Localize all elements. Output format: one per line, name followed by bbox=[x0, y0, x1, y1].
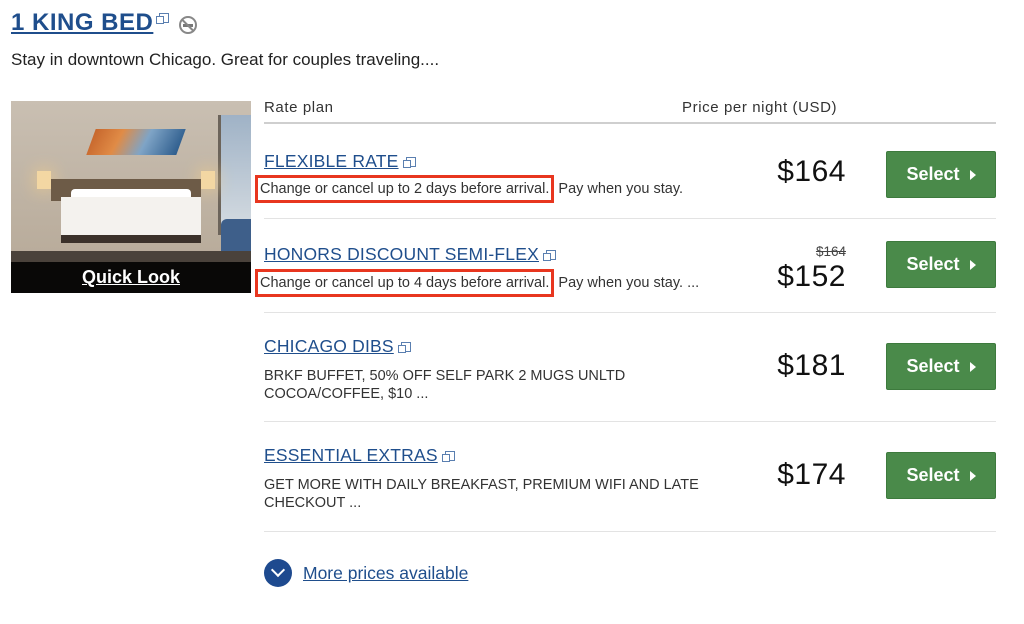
select-button-label: Select bbox=[906, 465, 960, 485]
external-link-icon[interactable] bbox=[156, 13, 170, 24]
rate-name-link[interactable]: CHICAGO DIBS bbox=[264, 336, 411, 357]
rate-plan-header: Rate plan bbox=[264, 99, 334, 116]
photo-lamp-left bbox=[37, 171, 51, 189]
more-prices-link[interactable]: More prices available bbox=[303, 563, 468, 584]
rate-description-line: COCOA/COFFEE, $10 ... bbox=[264, 386, 429, 402]
select-button[interactable]: Select bbox=[886, 151, 996, 198]
rate-name-text[interactable]: CHICAGO DIBS bbox=[264, 336, 394, 357]
room-title[interactable]: 1 KING BED bbox=[11, 9, 153, 37]
external-link-icon[interactable] bbox=[543, 249, 556, 261]
rate-name-link[interactable]: FLEXIBLE RATE bbox=[264, 151, 416, 172]
room-title-row: 1 KING BED bbox=[11, 9, 198, 37]
room-description: Stay in downtown Chicago. Great for coup… bbox=[11, 50, 440, 69]
rate-row-honors-semi-flex: HONORS DISCOUNT SEMI-FLEX Change or canc… bbox=[255, 219, 996, 313]
original-price: $164 bbox=[815, 244, 846, 259]
rate-description-line: BRKF BUFFET, 50% OFF SELF PARK 2 MUGS UN… bbox=[264, 368, 626, 384]
rate-description-line: CHECKOUT ... bbox=[264, 495, 362, 511]
select-button[interactable]: Select bbox=[886, 343, 996, 390]
room-photo[interactable]: Quick Look bbox=[11, 101, 251, 293]
select-button[interactable]: Select bbox=[886, 241, 996, 288]
select-button-label: Select bbox=[906, 254, 960, 274]
rate-name-text[interactable]: ESSENTIAL EXTRAS bbox=[264, 445, 438, 466]
rate-price: $164 bbox=[777, 155, 846, 188]
photo-wall-art bbox=[86, 129, 186, 155]
rate-description-rest: Pay when you stay. ... bbox=[554, 275, 700, 291]
rate-price: $181 bbox=[777, 349, 846, 382]
more-prices-toggle[interactable]: More prices available bbox=[264, 559, 468, 587]
rate-description: GET MORE WITH DAILY BREAKFAST, PREMIUM W… bbox=[264, 476, 699, 512]
rates-header: Rate plan Price per night (USD) bbox=[264, 96, 996, 124]
rate-name-link[interactable]: HONORS DISCOUNT SEMI-FLEX bbox=[264, 244, 556, 265]
rate-row-chicago-dibs: CHICAGO DIBS BRKF BUFFET, 50% OFF SELF P… bbox=[264, 313, 996, 422]
rate-description: Change or cancel up to 4 days before arr… bbox=[255, 269, 700, 297]
caret-right-icon bbox=[969, 361, 976, 372]
rate-name-text[interactable]: FLEXIBLE RATE bbox=[264, 151, 399, 172]
cancellation-highlight: Change or cancel up to 4 days before arr… bbox=[255, 269, 555, 297]
caret-right-icon bbox=[969, 470, 976, 481]
rate-description-rest: Pay when you stay. bbox=[554, 181, 684, 197]
select-button-label: Select bbox=[906, 164, 960, 184]
photo-lamp-right bbox=[201, 171, 215, 189]
price-header: Price per night (USD) bbox=[682, 99, 838, 116]
external-link-icon[interactable] bbox=[402, 156, 416, 168]
rate-row-flexible: FLEXIBLE RATE Change or cancel up to 2 d… bbox=[255, 124, 996, 219]
caret-right-icon bbox=[969, 259, 976, 270]
select-button[interactable]: Select bbox=[886, 452, 996, 499]
rate-price: $152 bbox=[777, 260, 846, 293]
photo-window bbox=[218, 115, 251, 235]
external-link-icon[interactable] bbox=[441, 450, 455, 462]
rate-name-text[interactable]: HONORS DISCOUNT SEMI-FLEX bbox=[264, 244, 539, 265]
quick-look-link[interactable]: Quick Look bbox=[82, 267, 180, 288]
caret-right-icon bbox=[969, 169, 976, 180]
rate-description: BRKF BUFFET, 50% OFF SELF PARK 2 MUGS UN… bbox=[264, 367, 625, 403]
rate-row-essential-extras: ESSENTIAL EXTRAS GET MORE WITH DAILY BRE… bbox=[264, 422, 996, 532]
photo-bed bbox=[61, 197, 201, 243]
rate-description-line: GET MORE WITH DAILY BREAKFAST, PREMIUM W… bbox=[264, 477, 699, 493]
external-link-icon[interactable] bbox=[397, 341, 411, 353]
chevron-down-icon[interactable] bbox=[264, 559, 292, 587]
rate-description: Change or cancel up to 2 days before arr… bbox=[255, 175, 684, 203]
select-button-label: Select bbox=[906, 356, 960, 376]
rate-name-link[interactable]: ESSENTIAL EXTRAS bbox=[264, 445, 455, 466]
rates-table: Rate plan Price per night (USD) FLEXIBLE… bbox=[255, 96, 996, 532]
quick-look-bar: Quick Look bbox=[11, 262, 251, 293]
rate-price: $174 bbox=[777, 458, 846, 491]
no-smoking-icon bbox=[179, 16, 198, 34]
cancellation-highlight: Change or cancel up to 2 days before arr… bbox=[255, 175, 555, 203]
